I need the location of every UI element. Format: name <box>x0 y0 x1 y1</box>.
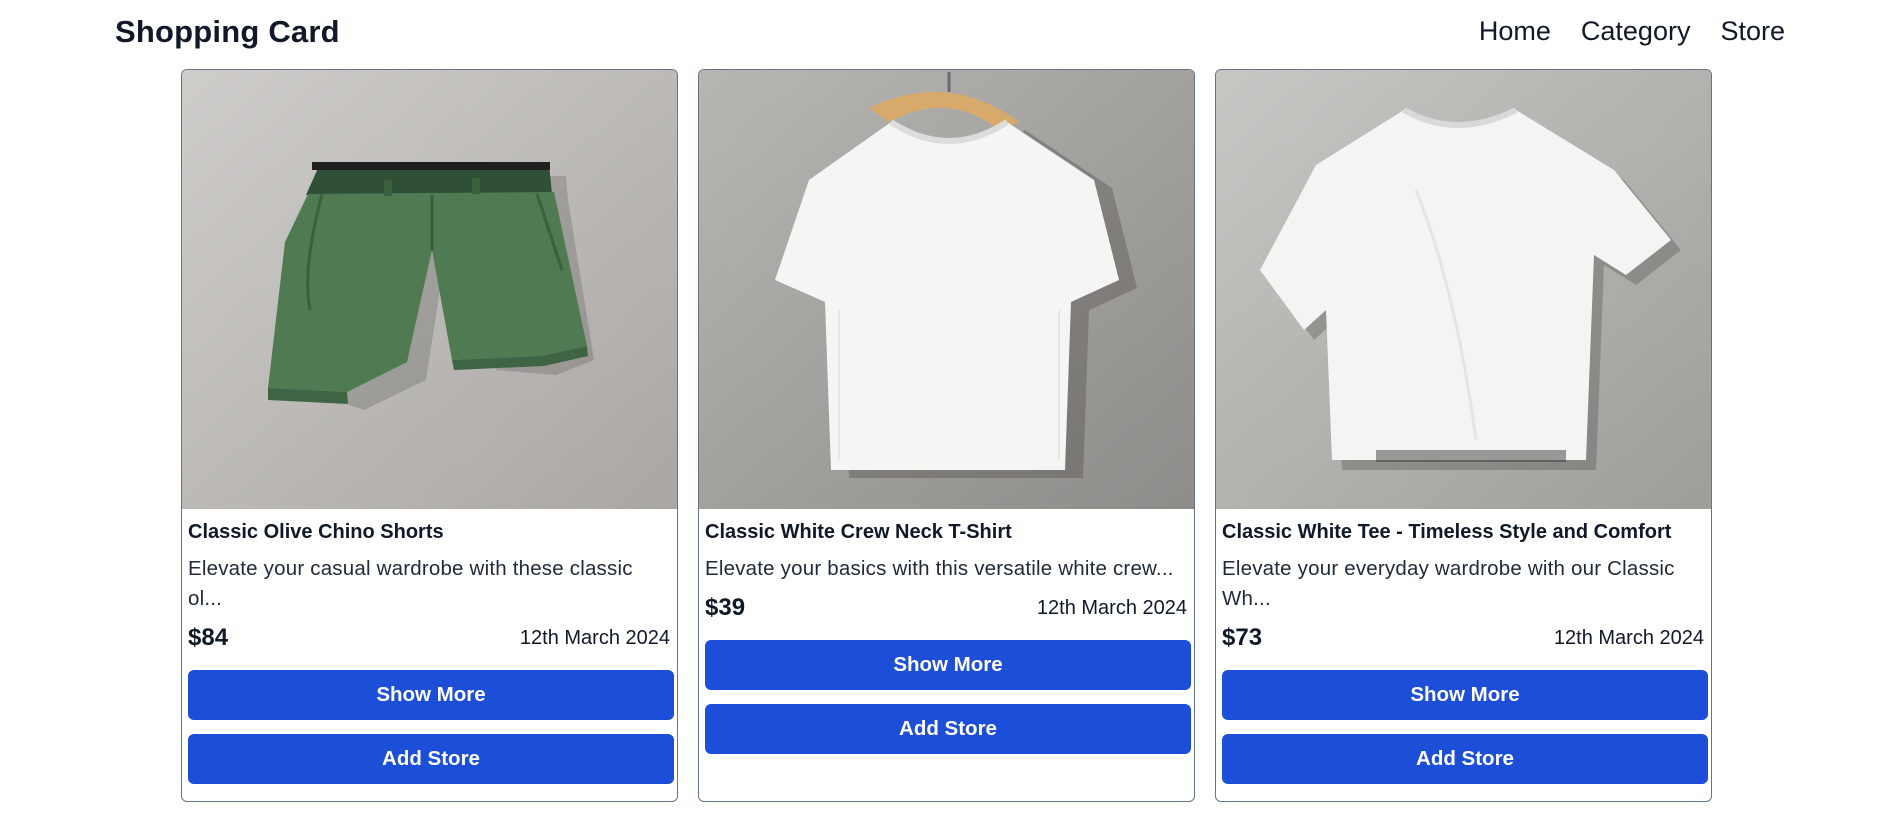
show-more-button[interactable]: Show More <box>1222 670 1708 720</box>
product-description: Elevate your casual wardrobe with these … <box>188 557 633 610</box>
product-meta: $39 12th March 2024 <box>705 592 1188 624</box>
product-title: Classic White Tee - Timeless Style and C… <box>1222 521 1672 543</box>
product-description: Elevate your basics with this versatile … <box>705 557 1174 580</box>
product-title: Classic White Crew Neck T-Shirt <box>705 521 1012 543</box>
product-grid: Classic Olive Chino Shorts Elevate your … <box>181 69 1712 802</box>
show-more-button[interactable]: Show More <box>188 670 674 720</box>
product-date: 12th March 2024 <box>519 626 670 649</box>
product-meta: $84 12th March 2024 <box>188 622 671 654</box>
product-image-tshirt-hanger[interactable] <box>699 70 1194 509</box>
product-card: Classic White Tee - Timeless Style and C… <box>1215 69 1712 802</box>
product-price: $39 <box>705 594 746 621</box>
olive-shorts-image <box>182 70 677 509</box>
product-image-shorts[interactable] <box>182 70 677 509</box>
add-store-button[interactable]: Add Store <box>1222 734 1708 784</box>
white-tshirt-hanger-image <box>699 70 1194 509</box>
show-more-button[interactable]: Show More <box>705 640 1191 690</box>
product-title: Classic Olive Chino Shorts <box>188 521 444 543</box>
product-price: $73 <box>1222 624 1263 651</box>
product-date: 12th March 2024 <box>1036 596 1187 619</box>
top-navbar: Shopping Card Home Category Store <box>0 0 1897 68</box>
product-meta: $73 12th March 2024 <box>1222 622 1705 654</box>
add-store-button[interactable]: Add Store <box>188 734 674 784</box>
nav-category-link[interactable]: Category <box>1581 16 1691 47</box>
brand-title[interactable]: Shopping Card <box>115 14 340 50</box>
product-date: 12th March 2024 <box>1553 626 1704 649</box>
nav-home-link[interactable]: Home <box>1479 16 1551 47</box>
main-nav: Home Category Store <box>1479 16 1785 47</box>
product-description: Elevate your everyday wardrobe with our … <box>1222 557 1675 610</box>
add-store-button[interactable]: Add Store <box>705 704 1191 754</box>
nav-store-link[interactable]: Store <box>1720 16 1785 47</box>
product-card: Classic Olive Chino Shorts Elevate your … <box>181 69 678 802</box>
product-card: Classic White Crew Neck T-Shirt Elevate … <box>698 69 1195 802</box>
white-tshirt-flat-image <box>1216 70 1711 509</box>
product-image-tshirt-flat[interactable] <box>1216 70 1711 509</box>
product-price: $84 <box>188 624 229 651</box>
